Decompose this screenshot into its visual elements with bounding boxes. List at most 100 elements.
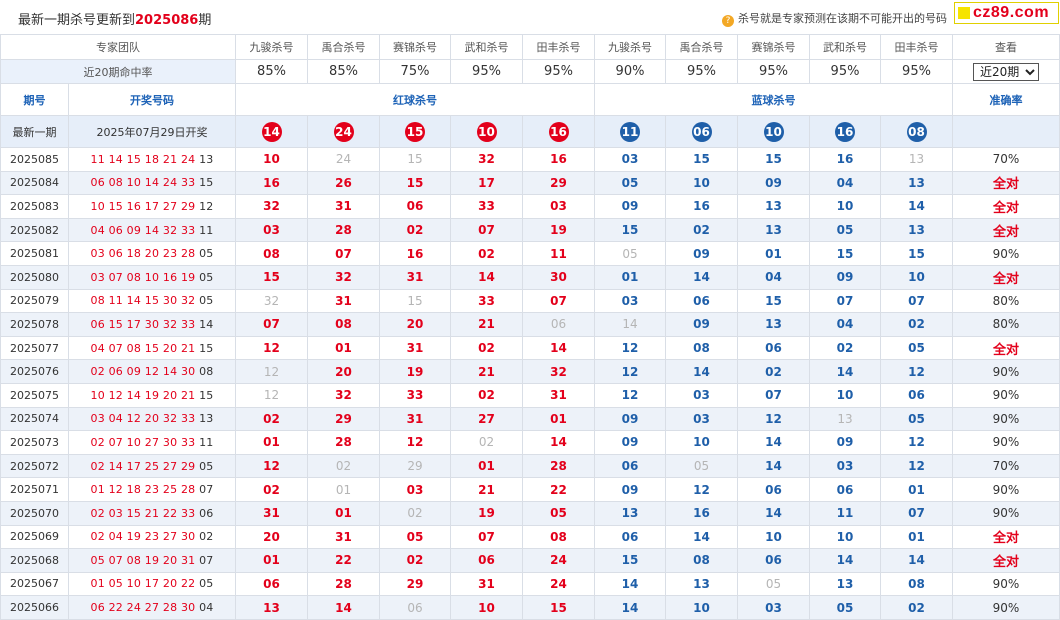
red-kill-number: 31	[335, 199, 352, 214]
issue-number: 2025073	[0, 430, 69, 455]
issue-number: 2025068	[0, 548, 69, 573]
expert-name: 赛锦杀号	[379, 34, 451, 60]
hit-rate: 85%	[235, 59, 308, 84]
draw-numbers: 03 06 18 20 23 28 05	[68, 241, 236, 266]
red-kill-number: 31	[263, 506, 280, 521]
red-draw-numbers: 04 06 09 14 32 33	[90, 223, 196, 237]
draw-numbers: 02 04 19 23 27 30 02	[68, 524, 236, 550]
col-issue: 期号	[0, 83, 69, 116]
hit-rate: 95%	[450, 59, 523, 84]
red-kill-number: 07	[335, 246, 352, 261]
site-logo[interactable]: cz89.com	[954, 2, 1059, 24]
latest-label: 最新一期	[0, 115, 69, 148]
red-kill-number: 32	[335, 270, 352, 285]
red-kill-number: 28	[335, 223, 352, 238]
table-row: 2025073 02 07 10 27 30 33 11 01 28 12 02 14 09 1…	[0, 430, 1060, 455]
accuracy-value: 80%	[992, 317, 1020, 332]
red-kill-number: 32	[263, 199, 280, 214]
accuracy-value: 70%	[992, 152, 1020, 167]
draw-numbers: 06 15 17 30 32 33 14	[68, 312, 236, 337]
red-kill-ball: 10	[476, 121, 497, 142]
accuracy-value: 全对	[992, 177, 1019, 193]
red-kill-number: 07	[550, 293, 567, 308]
accuracy-value: 90%	[992, 600, 1020, 615]
blue-draw-number: 13	[199, 412, 214, 426]
hit-rate: 95%	[880, 59, 953, 84]
red-kill-number: 02	[478, 341, 495, 356]
issue-number: 2025076	[0, 359, 69, 384]
blue-kill-number: 12	[908, 459, 925, 474]
red-kill-number: 12	[263, 388, 280, 403]
blue-kill-ball: 11	[620, 121, 640, 142]
question-icon: ?	[722, 15, 734, 27]
issue-number: 2025071	[0, 477, 69, 502]
red-kill-number: 24	[335, 152, 352, 167]
blue-kill-number: 14	[908, 553, 925, 568]
red-kill-number: 29	[407, 459, 423, 474]
blue-kill-number: 12	[621, 341, 639, 356]
red-kill-number: 12	[263, 341, 280, 356]
accuracy-value: 70%	[992, 459, 1020, 474]
table-row: 2025070 02 03 15 21 22 33 06 31 01 02 19 05 13 1…	[0, 500, 1060, 526]
draw-numbers: 01 12 18 23 25 28 07	[68, 477, 236, 502]
blue-kill-number: 14	[621, 576, 639, 591]
table-row: 2025084 06 08 10 14 24 33 15 16 26 15 17 29 05 1…	[0, 170, 1060, 196]
red-kill-number: 33	[478, 293, 495, 308]
blue-kill-number: 09	[836, 435, 854, 450]
blue-kill-number: 14	[693, 529, 710, 544]
blue-kill-number: 09	[836, 270, 854, 285]
draw-numbers: 05 07 08 19 20 31 07	[68, 548, 236, 573]
blue-draw-number: 13	[199, 152, 214, 166]
red-draw-numbers: 05 07 08 19 20 31	[90, 553, 196, 567]
blue-kill-number: 13	[908, 175, 925, 190]
red-kill-number: 03	[263, 223, 280, 238]
red-kill-ball: 14	[261, 121, 282, 142]
red-kill-number: 11	[550, 246, 567, 261]
blue-kill-number: 13	[765, 223, 782, 238]
blue-kill-number: 15	[765, 293, 782, 308]
blue-kill-number: 09	[621, 199, 639, 214]
blue-kill-number: 10	[836, 529, 854, 544]
red-kill-number: 01	[335, 341, 352, 356]
table-row: 2025075 10 12 14 19 20 21 15 12 32 33 02 31 12 0…	[0, 382, 1060, 408]
table-row: 2025068 05 07 08 19 20 31 07 01 22 02 06 24 15 0…	[0, 548, 1060, 573]
blue-kill-number: 03	[693, 411, 710, 426]
column-header-row: 期号 开奖号码 红球杀号 蓝球杀号 准确率	[0, 83, 1060, 116]
blue-draw-number: 14	[199, 317, 214, 331]
red-kill-number: 31	[478, 576, 495, 591]
blue-kill-number: 02	[765, 364, 782, 379]
red-kill-number: 30	[550, 270, 567, 285]
blue-draw-number: 11	[199, 435, 214, 449]
red-kill-number: 02	[335, 459, 352, 474]
red-kill-number: 02	[406, 223, 424, 238]
blue-kill-number: 02	[836, 341, 854, 356]
experts-label: 专家团队	[0, 34, 236, 60]
issue-number: 2025077	[0, 335, 69, 361]
red-draw-numbers: 02 03 15 21 22 33	[90, 506, 196, 520]
blue-kill-number: 13	[621, 506, 639, 521]
red-kill-number: 10	[478, 600, 495, 615]
draw-numbers: 03 04 12 20 32 33 13	[68, 406, 236, 432]
red-draw-numbers: 03 04 12 20 32 33	[90, 412, 196, 426]
blue-kill-number: 08	[693, 553, 710, 568]
red-kill-number: 01	[263, 435, 280, 450]
blue-kill-number: 04	[836, 317, 854, 332]
red-kill-number: 28	[550, 459, 567, 474]
red-kill-number: 15	[550, 600, 567, 615]
accuracy-value: 90%	[992, 506, 1020, 521]
period-select[interactable]: 近20期	[973, 62, 1039, 81]
blue-kill-number: 05	[621, 175, 639, 190]
blue-draw-number: 12	[199, 199, 214, 213]
blue-kill-number: 07	[765, 388, 782, 403]
red-kill-number: 01	[335, 482, 352, 497]
red-kill-number: 15	[406, 175, 424, 190]
table-row: 2025066 06 22 24 27 28 30 04 13 14 06 10 15 14 1…	[0, 595, 1060, 620]
blue-kill-number: 14	[622, 317, 638, 332]
expert-name: 赛锦杀号	[737, 34, 810, 60]
draw-numbers: 10 12 14 19 20 21 15	[68, 382, 236, 408]
red-kill-number: 02	[263, 411, 280, 426]
blue-kill-number: 05	[622, 246, 638, 261]
blue-kill-number: 02	[693, 223, 710, 238]
blue-draw-number: 05	[199, 247, 214, 261]
issue-number: 2025079	[0, 288, 69, 314]
